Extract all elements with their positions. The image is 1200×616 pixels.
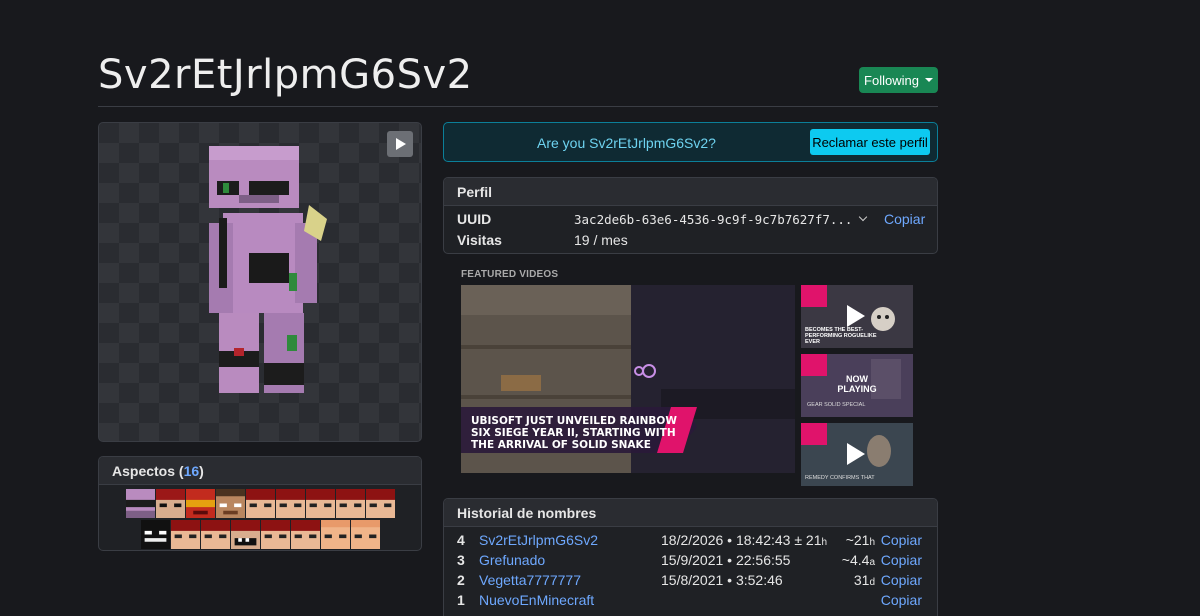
aspects-card: Aspectos (16) <box>98 456 422 551</box>
skins-grid <box>99 485 421 549</box>
skin-head[interactable] <box>305 489 335 518</box>
video-thumbnail[interactable]: BECOMES THE BEST-PERFORMING ROGUELIKE EV… <box>801 285 913 348</box>
skin-head[interactable] <box>290 520 320 549</box>
aspects-close-paren: ) <box>199 462 204 479</box>
date-text: 18/2/2026 • 18:42:43 ± 21 <box>661 532 822 548</box>
page-title: Sv2rEtJrlpmG6Sv2 <box>98 52 473 98</box>
row-ago: ~4.4a <box>842 552 875 568</box>
name-history-card: Historial de nombres 4 Sv2rEtJrlpmG6Sv2 … <box>443 498 938 616</box>
ago-unit: d <box>869 577 875 588</box>
row-ago: ~21h <box>846 532 875 548</box>
name-link[interactable]: Grefunado <box>479 552 545 568</box>
caption-line: UBISOFT JUST UNVEILED RAINBOW <box>471 415 677 427</box>
name-link[interactable]: NuevoEnMinecraft <box>479 592 594 608</box>
now-playing-label: NOW PLAYING <box>837 374 877 394</box>
skin-head[interactable] <box>350 520 380 549</box>
row-date: 18/2/2026 • 18:42:43 ± 21h <box>661 532 827 548</box>
featured-video-player[interactable]: UBISOFT JUST UNVEILED RAINBOW SIX SIEGE … <box>461 285 795 473</box>
caption-line: THE ARRIVAL OF SOLID SNAKE <box>471 439 651 451</box>
perfil-card: Perfil UUID 3ac2de6b-63e6-4536-9c9f-9c7b… <box>443 177 938 254</box>
skin-head[interactable] <box>335 489 365 518</box>
name-link[interactable]: Sv2rEtJrlpmG6Sv2 <box>479 532 598 548</box>
skin-head[interactable] <box>245 489 275 518</box>
visits-value: 19 / mes <box>574 232 628 248</box>
table-row: 4 Sv2rEtJrlpmG6Sv2 18/2/2026 • 18:42:43 … <box>444 532 937 552</box>
date-unit: h <box>821 537 828 548</box>
table-row: 1 NuevoEnMinecraft Copiar <box>444 592 937 612</box>
copy-link[interactable]: Copiar <box>881 572 922 588</box>
visits-label: Visitas <box>457 232 502 248</box>
thumb-caption: BECOMES THE BEST-PERFORMING ROGUELIKE EV… <box>805 327 877 345</box>
claim-profile-button[interactable]: Reclamar este perfil <box>810 129 930 155</box>
row-number: 4 <box>457 532 465 548</box>
row-ago: 31d <box>854 572 875 588</box>
thumb-caption: GEAR SOLID SPECIAL <box>807 402 866 408</box>
skin-head[interactable] <box>365 489 395 518</box>
skin-head[interactable] <box>275 489 305 518</box>
ago-text: ~21 <box>845 532 870 548</box>
video-caption: UBISOFT JUST UNVEILED RAINBOW SIX SIEGE … <box>471 415 677 451</box>
copy-link[interactable]: Copiar <box>881 592 922 608</box>
skin-head[interactable] <box>320 520 350 549</box>
caret-down-icon <box>924 78 933 82</box>
ago-text: ~4.4 <box>841 552 870 568</box>
row-number: 3 <box>457 552 465 568</box>
play-icon[interactable] <box>387 131 413 157</box>
skins-row <box>99 489 421 518</box>
skin-render <box>209 146 327 393</box>
featured-videos-label: FEATURED VIDEOS <box>461 269 559 280</box>
video-thumbnail[interactable]: REMEDY CONFIRMS THAT <box>801 423 913 486</box>
skin-head[interactable] <box>155 489 185 518</box>
following-button[interactable]: Following <box>859 67 938 93</box>
row-date: 15/9/2021 • 22:56:55 <box>661 552 791 568</box>
skin-head[interactable] <box>185 489 215 518</box>
aspects-label: Aspectos ( <box>112 462 184 479</box>
copy-uuid-link[interactable]: Copiar <box>884 211 925 227</box>
play-icon <box>847 305 865 327</box>
skin-head[interactable] <box>140 520 170 549</box>
claim-question: Are you Sv2rEtJrlpmG6Sv2? <box>537 135 716 151</box>
skin-head[interactable] <box>200 520 230 549</box>
aspects-header: Aspectos (16) <box>99 457 421 485</box>
perfil-header: Perfil <box>444 178 937 206</box>
divider <box>98 106 938 107</box>
play-icon <box>847 443 865 465</box>
row-number: 2 <box>457 572 465 588</box>
following-label: Following <box>864 72 919 88</box>
claim-banner: Are you Sv2rEtJrlpmG6Sv2? Reclamar este … <box>443 122 938 162</box>
caption-line: SIX SIEGE YEAR II, STARTING WITH <box>471 427 676 439</box>
copy-link[interactable]: Copiar <box>881 532 922 548</box>
name-history-header: Historial de nombres <box>444 499 937 527</box>
ago-unit: h <box>869 537 875 548</box>
row-date: 15/8/2021 • 3:52:46 <box>661 572 783 588</box>
skin-head[interactable] <box>230 520 260 549</box>
skin-head[interactable] <box>125 489 155 518</box>
skin-head[interactable] <box>260 520 290 549</box>
name-link[interactable]: Vegetta7777777 <box>479 572 581 588</box>
ago-text: 31 <box>853 572 870 588</box>
thumb-caption: REMEDY CONFIRMS THAT <box>805 475 875 481</box>
uuid-label: UUID <box>457 211 492 227</box>
chevron-down-icon[interactable] <box>858 212 868 222</box>
table-row: 3 Grefunado 15/9/2021 • 22:56:55 ~4.4a C… <box>444 552 937 572</box>
video-thumbnail[interactable]: NOW PLAYING GEAR SOLID SPECIAL <box>801 354 913 417</box>
skin-viewer[interactable] <box>98 122 422 442</box>
table-row: 2 Vegetta7777777 15/8/2021 • 3:52:46 31d… <box>444 572 937 592</box>
copy-link[interactable]: Copiar <box>881 552 922 568</box>
skin-head[interactable] <box>170 520 200 549</box>
aspects-count[interactable]: 16 <box>184 463 200 479</box>
row-number: 1 <box>457 592 465 608</box>
uuid-value[interactable]: 3ac2de6b-63e6-4536-9c9f-9c7b7627f7... <box>574 212 852 227</box>
skins-row <box>99 520 421 549</box>
ago-unit: a <box>869 557 875 568</box>
skin-head[interactable] <box>215 489 245 518</box>
